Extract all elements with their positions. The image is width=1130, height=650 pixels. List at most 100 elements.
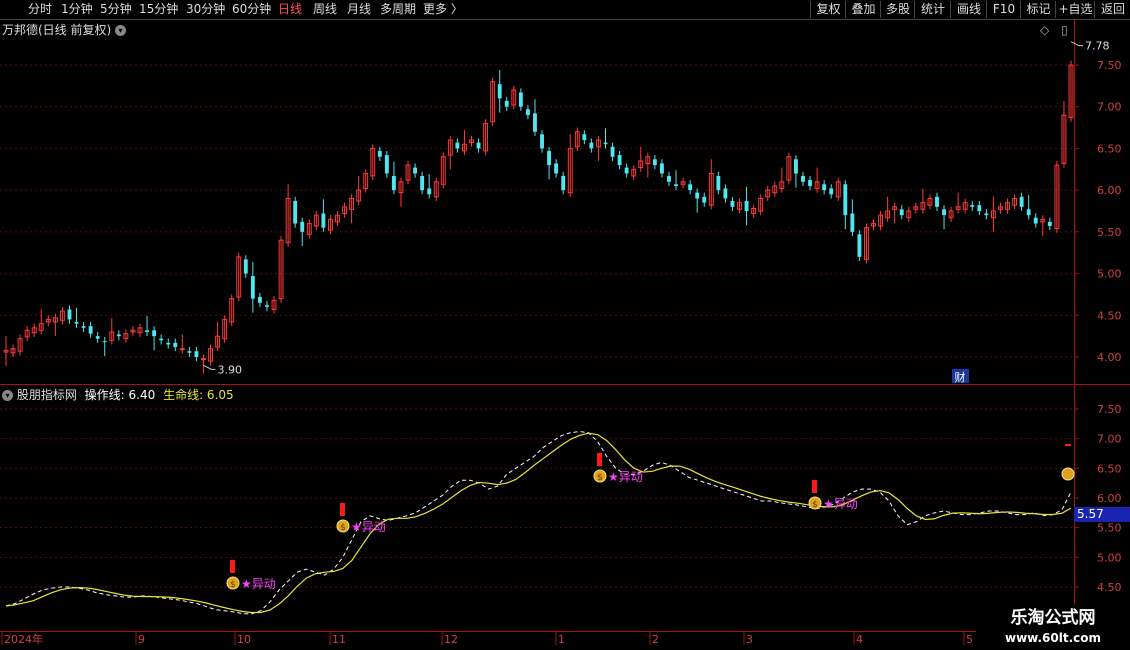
candle-body bbox=[67, 309, 72, 320]
signal-label: ★异动 bbox=[608, 470, 643, 484]
time-axis-label: 12 bbox=[444, 633, 458, 646]
candle-body bbox=[942, 209, 946, 216]
chart-canvas[interactable]: 7.50 7.00 6.50 6.00 5.50 5.00 4.50 4.00 7.50 7.00… bbox=[0, 0, 1130, 650]
candle-body bbox=[547, 150, 552, 166]
candle-body bbox=[391, 175, 396, 191]
candle-body bbox=[610, 146, 615, 157]
candle-body bbox=[145, 330, 149, 332]
candle-body bbox=[95, 336, 100, 339]
signal-label: ★异动 bbox=[241, 577, 276, 591]
candle-body bbox=[116, 334, 121, 337]
watermark-url: www.60lt.com bbox=[1004, 631, 1102, 645]
candle-body bbox=[300, 221, 305, 232]
candle-body bbox=[935, 196, 939, 207]
high-marker-arrow bbox=[1070, 41, 1083, 47]
time-axis-label: 9 bbox=[138, 633, 145, 646]
candle-body bbox=[1026, 209, 1031, 216]
candle-body bbox=[321, 213, 326, 228]
low-marker-arrow bbox=[203, 364, 216, 370]
time-axis-label: 10 bbox=[237, 633, 251, 646]
signal-label: ★异动 bbox=[823, 497, 858, 511]
signal-bar bbox=[230, 560, 235, 573]
sub-axis-label: 6.00 bbox=[1097, 492, 1122, 505]
money-bag-symbol: $ bbox=[812, 500, 818, 510]
candle-body bbox=[413, 167, 418, 174]
candle-body bbox=[504, 100, 509, 107]
time-axis-label: 3 bbox=[746, 633, 753, 646]
candle-body bbox=[250, 276, 255, 299]
candle-body bbox=[525, 109, 530, 116]
time-axis-label: 1 bbox=[558, 633, 565, 646]
candle-body bbox=[652, 159, 657, 166]
candle-body bbox=[257, 296, 262, 303]
candle-body bbox=[194, 351, 199, 357]
signal-bar bbox=[340, 503, 345, 516]
sub-axis-label: 7.50 bbox=[1097, 403, 1122, 416]
operation-line bbox=[5, 431, 1072, 615]
candle-body bbox=[243, 259, 248, 274]
candle-body bbox=[589, 142, 594, 149]
candle-body bbox=[265, 305, 269, 307]
candle-body bbox=[857, 234, 862, 257]
candle-body bbox=[723, 188, 728, 199]
candle-body bbox=[427, 188, 432, 195]
candle-body bbox=[688, 184, 693, 191]
candle-body bbox=[822, 184, 827, 191]
candle-body bbox=[377, 150, 382, 157]
signal-bar bbox=[812, 480, 817, 493]
high-price-label: 7.78 bbox=[1085, 40, 1110, 53]
main-axis-label: 6.00 bbox=[1097, 184, 1122, 197]
main-axis-label: 4.50 bbox=[1097, 309, 1122, 322]
time-axis-label: 2 bbox=[652, 633, 659, 646]
main-axis-label: 5.50 bbox=[1097, 226, 1122, 239]
candle-body bbox=[88, 326, 93, 334]
candle-body bbox=[617, 155, 622, 166]
candle-body bbox=[582, 134, 587, 141]
watermark: 乐淘公式网 www.60lt.com bbox=[976, 604, 1130, 650]
candle-body bbox=[744, 200, 749, 211]
candle-body bbox=[829, 188, 834, 195]
candle-body bbox=[716, 175, 721, 191]
signal-label: ★异动 bbox=[351, 520, 386, 534]
candle-body bbox=[293, 200, 298, 224]
candle-body bbox=[624, 167, 629, 174]
candle-body bbox=[899, 209, 904, 216]
current-value-tag: 5.57 bbox=[1074, 507, 1130, 522]
money-bag-symbol: $ bbox=[597, 473, 603, 483]
candle-body bbox=[603, 142, 608, 145]
candle-body bbox=[152, 330, 157, 337]
candle-body bbox=[554, 163, 559, 174]
candle-body bbox=[808, 180, 812, 186]
candle-body bbox=[674, 184, 678, 186]
candle-body bbox=[1033, 217, 1038, 224]
candle-body bbox=[179, 348, 185, 351]
candle-body bbox=[201, 358, 206, 361]
candle-body bbox=[159, 338, 164, 341]
main-axis-label: 5.00 bbox=[1097, 268, 1122, 281]
candle-body bbox=[850, 213, 855, 232]
candle-body bbox=[540, 134, 544, 149]
time-axis-label: 2024年 bbox=[4, 632, 43, 646]
sub-axis-label: 6.50 bbox=[1097, 462, 1122, 475]
candle-body bbox=[730, 200, 735, 207]
money-bag-symbol: $ bbox=[230, 580, 236, 590]
candle-body bbox=[420, 175, 425, 191]
life-line bbox=[5, 432, 1072, 614]
candle-body bbox=[702, 196, 707, 203]
candle-body bbox=[561, 175, 566, 191]
signal-bar bbox=[1065, 444, 1071, 446]
sub-axis-label: 5.00 bbox=[1097, 551, 1122, 564]
main-axis-label: 7.50 bbox=[1097, 59, 1122, 72]
candle-body bbox=[384, 155, 389, 174]
candle-body bbox=[695, 192, 700, 199]
candle-body bbox=[166, 342, 171, 345]
candle-body bbox=[102, 341, 107, 343]
candle-body bbox=[659, 163, 664, 174]
candle-body bbox=[984, 213, 989, 216]
candle-body bbox=[667, 175, 671, 182]
low-price-label: 3.90 bbox=[217, 363, 242, 376]
time-axis-label: 11 bbox=[332, 633, 346, 646]
candle-body bbox=[81, 326, 86, 328]
candle-body bbox=[518, 92, 523, 107]
candle-body bbox=[187, 351, 192, 353]
